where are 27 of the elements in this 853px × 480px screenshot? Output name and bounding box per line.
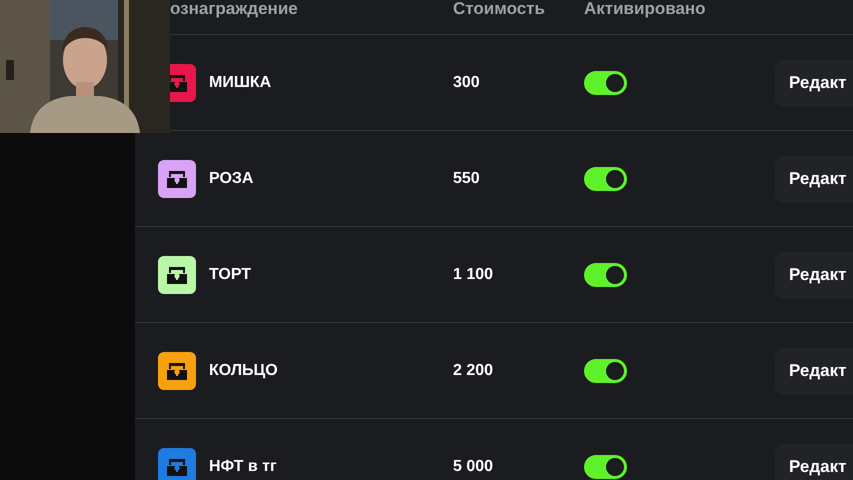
toggle-switch[interactable] [584, 262, 627, 286]
reward-cost: 5 000 [453, 458, 494, 474]
reward-cost: 300 [453, 74, 480, 90]
edit-button[interactable]: Редакт [775, 348, 853, 394]
reward-name: КОЛЬЦО [209, 362, 278, 378]
column-header: Стоимость [453, 0, 545, 18]
toggle-switch[interactable] [584, 166, 627, 190]
toggle-switch[interactable] [584, 454, 627, 478]
edit-button[interactable]: Редакт [775, 60, 853, 106]
edit-button[interactable]: Редакт [775, 444, 853, 480]
chest-icon [166, 456, 188, 476]
column-header: Активировано [584, 0, 706, 18]
toggle-switch[interactable] [584, 70, 627, 94]
toggle-switch[interactable] [584, 358, 627, 382]
reward-name: НФТ в тг [209, 458, 277, 474]
reward-name: МИШКА [209, 74, 272, 90]
chest-icon [166, 360, 188, 380]
reward-name: РОЗА [209, 170, 254, 186]
reward-cost: 550 [453, 170, 480, 186]
reward-cost: 2 200 [453, 362, 494, 378]
edit-button[interactable]: Редакт [775, 156, 853, 202]
column-header: ознаграждение [170, 0, 298, 18]
edit-button[interactable]: Редакт [775, 252, 853, 298]
chest-icon [166, 168, 188, 188]
reward-cost: 1 100 [453, 266, 494, 282]
chest-icon [166, 264, 188, 284]
reward-name: ТОРТ [209, 266, 252, 282]
